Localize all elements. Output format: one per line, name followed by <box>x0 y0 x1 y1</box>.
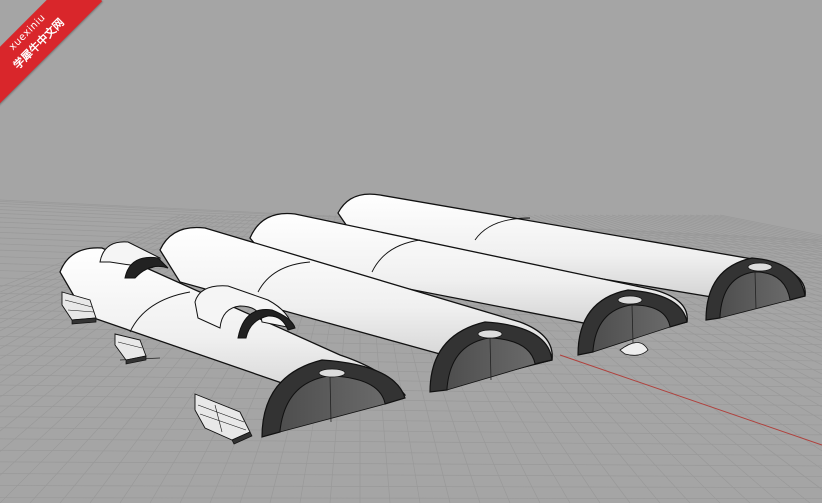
3d-viewport[interactable]: xuexiniu 学犀牛中文网 <box>0 0 822 503</box>
perspective-scene <box>0 0 822 503</box>
